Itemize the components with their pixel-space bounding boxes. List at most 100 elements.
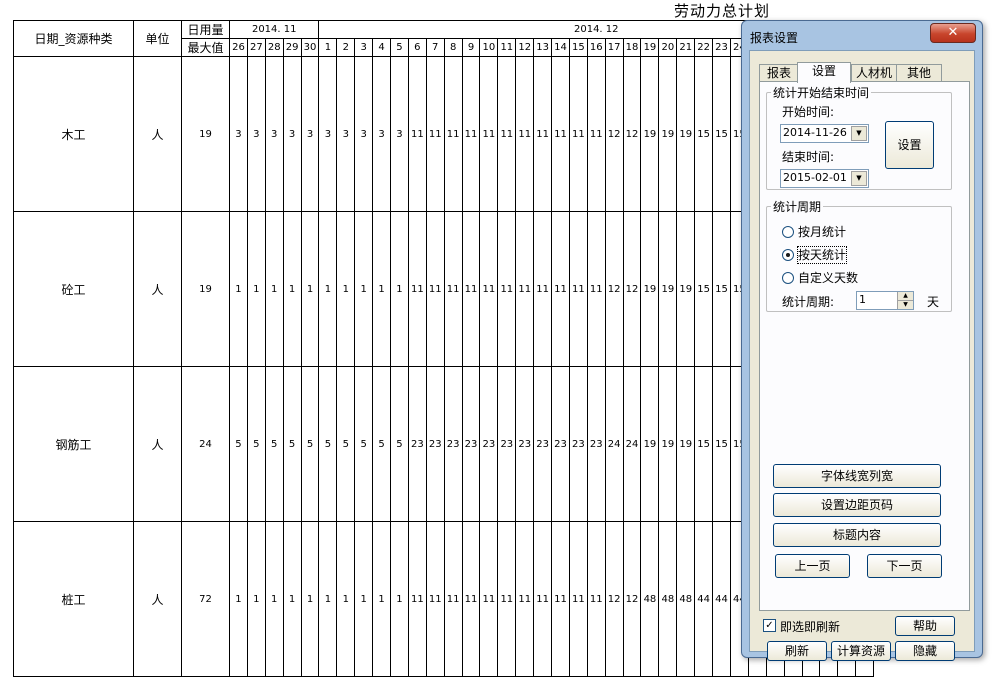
tab-resources[interactable]: 人材机 — [851, 64, 897, 82]
radio-dot[interactable] — [782, 249, 794, 261]
day-value-cell[interactable]: 5 — [336, 366, 356, 522]
day-value-cell[interactable]: 11 — [551, 521, 570, 677]
radio-daily[interactable]: 按天统计 — [782, 246, 902, 264]
tab-settings[interactable]: 设置 — [797, 62, 851, 83]
day-value-cell[interactable]: 15 — [694, 56, 714, 212]
day-value-cell[interactable]: 11 — [568, 211, 588, 367]
day-value-cell[interactable]: 11 — [443, 211, 463, 367]
day-value-cell[interactable]: 19 — [658, 56, 678, 212]
title-content-button[interactable]: 标题内容 — [773, 523, 941, 547]
day-value-cell[interactable]: 44 — [694, 521, 714, 677]
day-value-cell[interactable]: 11 — [443, 521, 463, 677]
day-value-cell[interactable]: 5 — [246, 366, 266, 522]
day-value-cell[interactable]: 19 — [676, 366, 696, 522]
day-value-cell[interactable]: 19 — [658, 366, 678, 522]
checkmark-icon[interactable]: ✓ — [763, 619, 776, 632]
day-value-cell[interactable]: 11 — [461, 56, 481, 212]
refresh-button[interactable]: 刷新 — [767, 641, 827, 661]
chevron-up-icon[interactable]: ▲ — [897, 292, 913, 301]
day-value-cell[interactable]: 12 — [622, 211, 642, 367]
day-value-cell[interactable]: 1 — [246, 211, 266, 367]
day-value-cell[interactable]: 15 — [694, 211, 714, 367]
day-value-cell[interactable]: 3 — [354, 56, 374, 212]
day-value-cell[interactable]: 1 — [390, 521, 409, 677]
row-resource-name[interactable]: 桩工 — [13, 521, 134, 677]
day-value-cell[interactable]: 11 — [425, 56, 445, 212]
day-value-cell[interactable]: 5 — [390, 366, 409, 522]
day-value-cell[interactable]: 3 — [300, 56, 320, 212]
day-value-cell[interactable]: 1 — [264, 211, 284, 367]
day-value-cell[interactable]: 11 — [497, 521, 517, 677]
day-value-cell[interactable]: 5 — [318, 366, 338, 522]
day-value-cell[interactable]: 11 — [586, 211, 606, 367]
day-value-cell[interactable]: 23 — [479, 366, 499, 522]
day-value-cell[interactable]: 11 — [586, 521, 606, 677]
day-value-cell[interactable]: 5 — [372, 366, 392, 522]
day-value-cell[interactable]: 1 — [390, 211, 409, 367]
chevron-down-icon[interactable]: ▼ — [851, 171, 867, 186]
day-value-cell[interactable]: 11 — [497, 211, 517, 367]
day-value-cell[interactable]: 1 — [282, 211, 302, 367]
day-value-cell[interactable]: 5 — [229, 366, 248, 522]
row-unit[interactable]: 人 — [133, 211, 182, 367]
day-value-cell[interactable]: 12 — [622, 521, 642, 677]
day-value-cell[interactable]: 11 — [443, 56, 463, 212]
day-value-cell[interactable]: 5 — [354, 366, 374, 522]
day-value-cell[interactable]: 3 — [336, 56, 356, 212]
day-value-cell[interactable]: 23 — [568, 366, 588, 522]
close-button[interactable]: ✕ — [930, 23, 976, 43]
day-value-cell[interactable]: 1 — [282, 521, 302, 677]
day-value-cell[interactable]: 11 — [461, 211, 481, 367]
day-value-cell[interactable]: 3 — [390, 56, 409, 212]
day-value-cell[interactable]: 44 — [712, 521, 731, 677]
day-value-cell[interactable]: 1 — [336, 211, 356, 367]
row-resource-name[interactable]: 砼工 — [13, 211, 134, 367]
start-date-select[interactable]: 2014-11-26 ▼ — [780, 124, 869, 143]
day-value-cell[interactable]: 11 — [533, 56, 553, 212]
day-value-cell[interactable]: 5 — [264, 366, 284, 522]
day-value-cell[interactable]: 19 — [640, 56, 660, 212]
day-value-cell[interactable]: 11 — [461, 521, 481, 677]
day-value-cell[interactable]: 24 — [622, 366, 642, 522]
set-range-button[interactable]: 设置 — [885, 121, 934, 169]
day-value-cell[interactable]: 19 — [658, 211, 678, 367]
day-value-cell[interactable]: 1 — [336, 521, 356, 677]
day-value-cell[interactable]: 12 — [604, 521, 624, 677]
instant-refresh-checkbox[interactable]: ✓ 即选即刷新 — [763, 618, 873, 634]
day-value-cell[interactable]: 15 — [712, 211, 731, 367]
day-value-cell[interactable]: 11 — [425, 211, 445, 367]
day-value-cell[interactable]: 11 — [586, 56, 606, 212]
font-line-width-button[interactable]: 字体线宽列宽 — [773, 464, 941, 488]
day-value-cell[interactable]: 11 — [568, 521, 588, 677]
day-value-cell[interactable]: 11 — [551, 56, 570, 212]
day-value-cell[interactable]: 11 — [497, 56, 517, 212]
row-unit[interactable]: 人 — [133, 366, 182, 522]
day-value-cell[interactable]: 3 — [318, 56, 338, 212]
day-value-cell[interactable]: 11 — [479, 521, 499, 677]
period-stepper[interactable]: 1 ▲ ▼ — [856, 291, 914, 310]
day-value-cell[interactable]: 23 — [533, 366, 553, 522]
day-value-cell[interactable]: 3 — [229, 56, 248, 212]
end-date-select[interactable]: 2015-02-01 ▼ — [780, 169, 869, 188]
day-value-cell[interactable]: 11 — [407, 211, 427, 367]
day-value-cell[interactable]: 23 — [551, 366, 570, 522]
next-page-button[interactable]: 下一页 — [867, 554, 942, 578]
row-resource-name[interactable]: 木工 — [13, 56, 134, 212]
day-value-cell[interactable]: 1 — [372, 521, 392, 677]
row-max-value[interactable]: 24 — [181, 366, 230, 522]
chevron-down-icon[interactable]: ▼ — [851, 126, 867, 141]
dialog-titlebar[interactable]: 报表设置 ✕ — [742, 21, 982, 49]
row-max-value[interactable]: 72 — [181, 521, 230, 677]
day-value-cell[interactable]: 11 — [568, 56, 588, 212]
tab-other[interactable]: 其他 — [896, 64, 942, 82]
day-value-cell[interactable]: 23 — [515, 366, 535, 522]
day-value-cell[interactable]: 11 — [515, 56, 535, 212]
day-value-cell[interactable]: 12 — [622, 56, 642, 212]
day-value-cell[interactable]: 11 — [479, 211, 499, 367]
margins-page-button[interactable]: 设置边距页码 — [773, 493, 941, 517]
row-max-value[interactable]: 19 — [181, 56, 230, 212]
day-value-cell[interactable]: 48 — [640, 521, 660, 677]
day-value-cell[interactable]: 15 — [694, 366, 714, 522]
day-value-cell[interactable]: 19 — [640, 211, 660, 367]
day-value-cell[interactable]: 12 — [604, 56, 624, 212]
